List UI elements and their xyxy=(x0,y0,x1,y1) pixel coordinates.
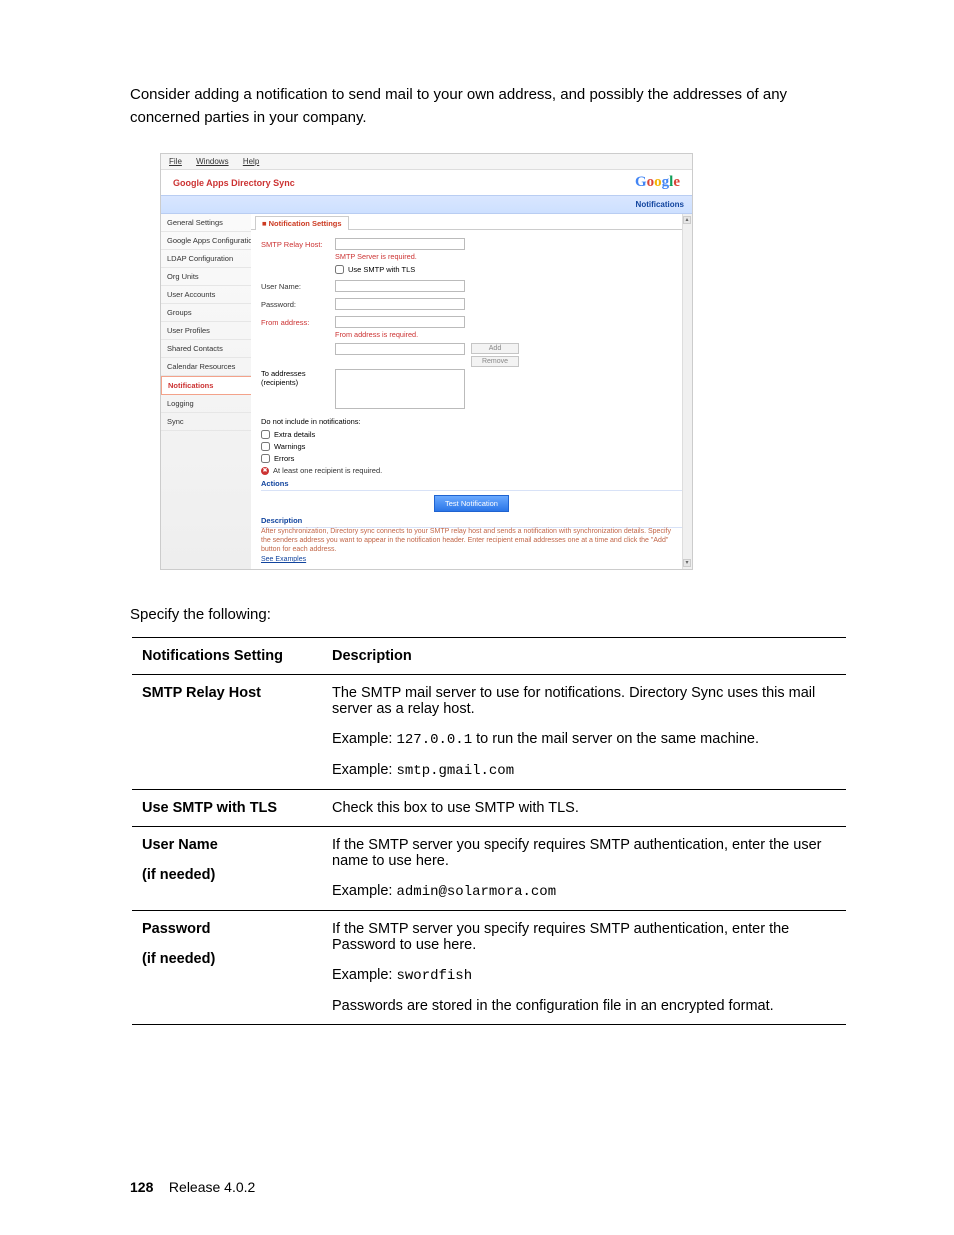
form-pane: ▴ ▾ ■ Notification Settings SMTP Relay H… xyxy=(251,214,692,569)
table-row: SMTP Relay Host The SMTP mail server to … xyxy=(132,675,846,790)
sidebar-item-ldap-configuration[interactable]: LDAP Configuration xyxy=(161,250,251,268)
input-user-name[interactable] xyxy=(335,280,465,292)
table-row: Password (if needed) If the SMTP server … xyxy=(132,911,846,1025)
input-from-address[interactable] xyxy=(335,316,465,328)
table-row: Use SMTP with TLS Check this box to use … xyxy=(132,790,846,827)
cell-desc-password: If the SMTP server you specify requires … xyxy=(322,911,846,1025)
checkbox-warnings[interactable] xyxy=(261,442,270,451)
menu-windows[interactable]: Windows xyxy=(196,157,228,166)
label-user-name: User Name: xyxy=(261,282,335,291)
label-password: Password: xyxy=(261,300,335,309)
sidebar-item-shared-contacts[interactable]: Shared Contacts xyxy=(161,340,251,358)
th-setting: Notifications Setting xyxy=(132,638,322,675)
section-description: Description xyxy=(261,516,682,528)
checkbox-errors[interactable] xyxy=(261,454,270,463)
label-warnings: Warnings xyxy=(274,442,305,451)
error-smtp-server-required: SMTP Server is required. xyxy=(335,252,682,261)
checkbox-extra-details[interactable] xyxy=(261,430,270,439)
page-footer: 128 Release 4.0.2 xyxy=(130,1179,255,1195)
cell-key-user-name: User Name (if needed) xyxy=(132,827,322,911)
label-errors: Errors xyxy=(274,454,294,463)
intro-text: Consider adding a notification to send m… xyxy=(130,84,844,129)
label-smtp-relay-host: SMTP Relay Host: xyxy=(261,240,335,249)
cell-key-use-smtp-tls: Use SMTP with TLS xyxy=(132,790,322,827)
section-actions: Actions xyxy=(261,479,682,491)
input-smtp-relay-host[interactable] xyxy=(335,238,465,250)
cell-desc-user-name: If the SMTP server you specify requires … xyxy=(322,827,846,911)
settings-table: Notifications Setting Description SMTP R… xyxy=(132,637,846,1025)
th-description: Description xyxy=(322,638,846,675)
sidebar-item-user-accounts[interactable]: User Accounts xyxy=(161,286,251,304)
cell-key-password: Password (if needed) xyxy=(132,911,322,1025)
sidebar-item-logging[interactable]: Logging xyxy=(161,395,251,413)
label-extra-details: Extra details xyxy=(274,430,315,439)
label-use-smtp-tls: Use SMTP with TLS xyxy=(348,265,415,274)
description-body: After synchronization, Directory sync co… xyxy=(261,528,682,554)
label-do-not-include: Do not include in notifications: xyxy=(261,417,682,426)
sidebar-item-general-settings[interactable]: General Settings xyxy=(161,214,251,232)
label-to-addresses: To addresses (recipients) xyxy=(261,369,335,387)
sidebar-item-org-units[interactable]: Org Units xyxy=(161,268,251,286)
add-button[interactable]: Add xyxy=(471,343,519,354)
sidebar-item-sync[interactable]: Sync xyxy=(161,413,251,431)
input-password[interactable] xyxy=(335,298,465,310)
sidebar-item-user-profiles[interactable]: User Profiles xyxy=(161,322,251,340)
specify-following-text: Specify the following: xyxy=(130,606,844,623)
cell-key-smtp-relay-host: SMTP Relay Host xyxy=(132,675,322,790)
menu-file[interactable]: File xyxy=(169,157,182,166)
table-row: User Name (if needed) If the SMTP server… xyxy=(132,827,846,911)
scroll-down-icon[interactable]: ▾ xyxy=(683,559,691,567)
menu-help[interactable]: Help xyxy=(243,157,259,166)
breadcrumb-bar: Notifications xyxy=(161,195,692,214)
error-from-address-required: From address is required. xyxy=(335,330,682,339)
sidebar-item-google-apps-configuration[interactable]: Google Apps Configuration xyxy=(161,232,251,250)
error-recipient-required: At least one recipient is required. xyxy=(273,466,382,475)
error-icon: ✖ xyxy=(261,467,269,475)
sidebar-item-notifications[interactable]: Notifications xyxy=(161,376,251,395)
scroll-up-icon[interactable]: ▴ xyxy=(683,216,691,224)
input-recipient[interactable] xyxy=(335,343,465,355)
test-notification-button[interactable]: Test Notification xyxy=(434,495,509,512)
sidebar-item-calendar-resources[interactable]: Calendar Resources xyxy=(161,358,251,376)
sidebar-item-groups[interactable]: Groups xyxy=(161,304,251,322)
checkbox-use-smtp-tls[interactable] xyxy=(335,265,344,274)
google-logo: Google xyxy=(635,174,680,191)
tab-notification-settings[interactable]: ■ Notification Settings xyxy=(255,216,349,230)
menu-bar: File Windows Help xyxy=(161,154,692,170)
cell-desc-use-smtp-tls: Check this box to use SMTP with TLS. xyxy=(322,790,846,827)
cell-desc-smtp-relay-host: The SMTP mail server to use for notifica… xyxy=(322,675,846,790)
remove-button[interactable]: Remove xyxy=(471,356,519,367)
app-title: Google Apps Directory Sync xyxy=(173,178,295,188)
label-from-address: From address: xyxy=(261,318,335,327)
link-see-examples[interactable]: See Examples xyxy=(261,556,306,563)
app-window-screenshot: File Windows Help Google Apps Directory … xyxy=(160,153,693,570)
sidebar: General Settings Google Apps Configurati… xyxy=(161,214,251,569)
listbox-recipients[interactable] xyxy=(335,369,465,409)
